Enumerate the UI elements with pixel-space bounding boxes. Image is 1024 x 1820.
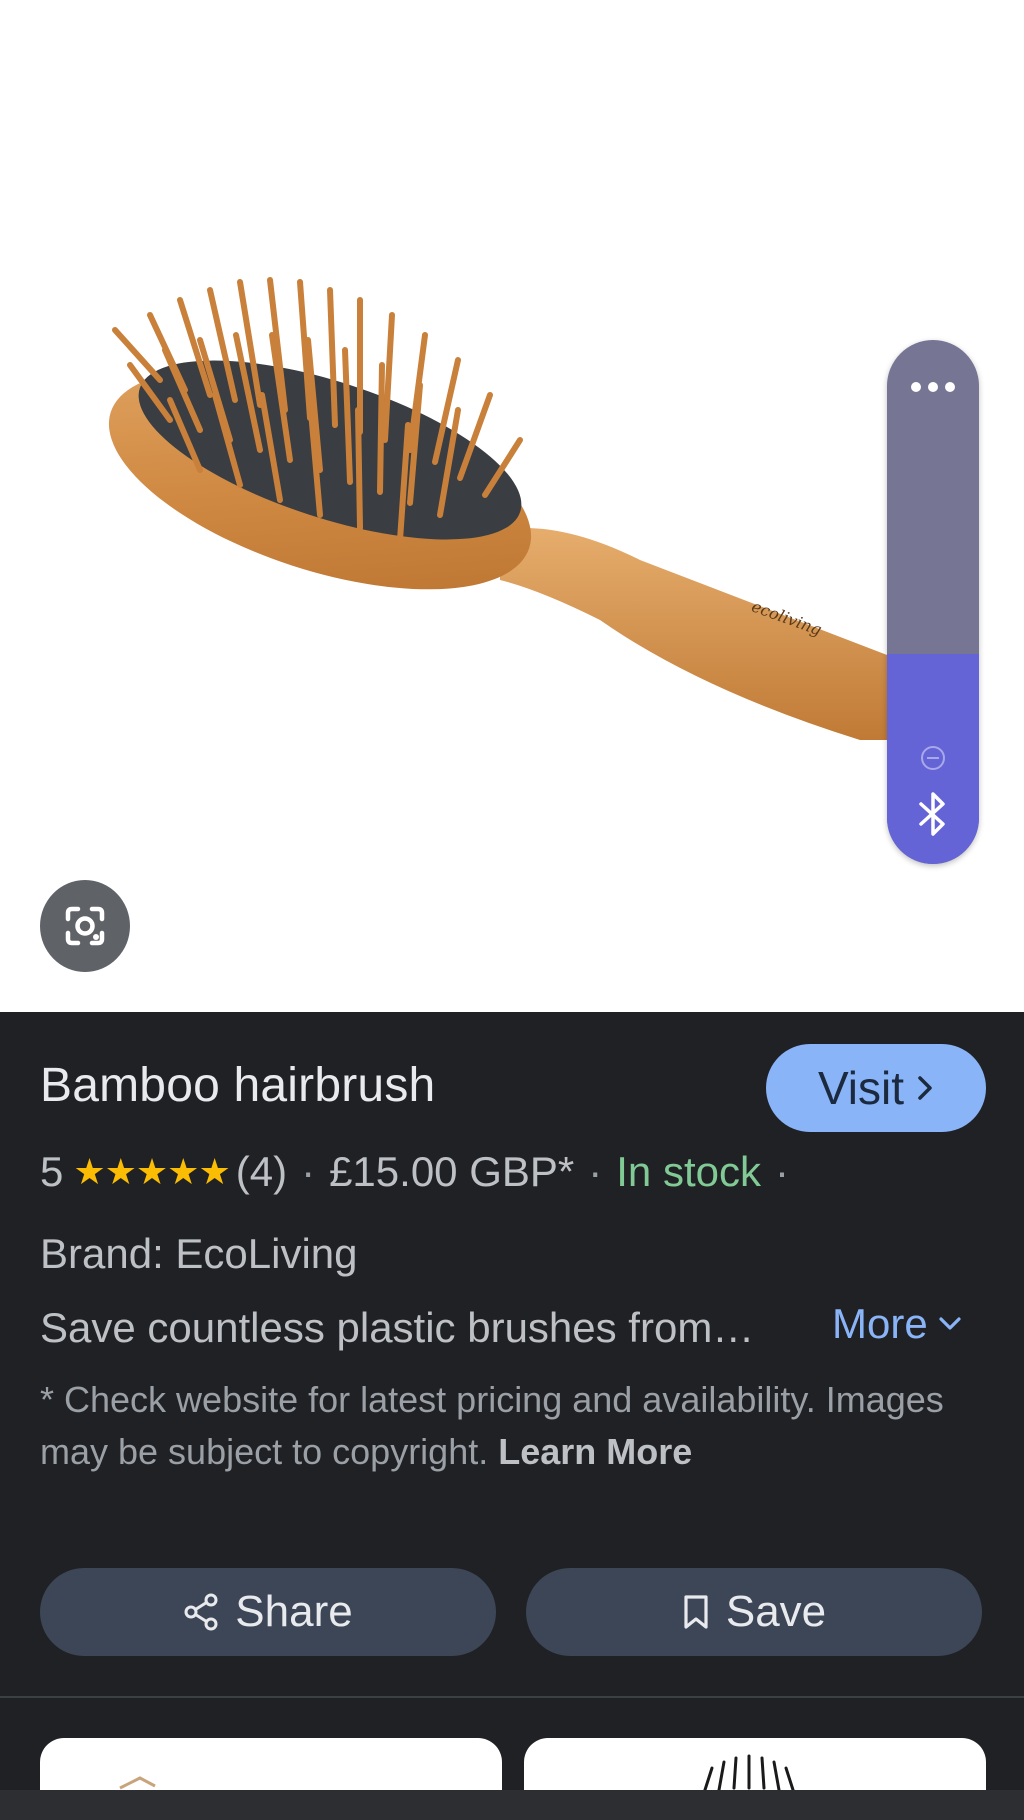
separator: ·: [588, 1148, 603, 1195]
share-button[interactable]: Share: [40, 1568, 496, 1656]
product-image-area: ecoliving: [0, 0, 1024, 1012]
learn-more-link[interactable]: Learn More: [498, 1431, 692, 1472]
product-description: Save countless plastic brushes from…: [40, 1304, 755, 1351]
chevron-right-icon: [918, 1076, 932, 1100]
mute-icon[interactable]: [887, 744, 979, 772]
stock-status: In stock: [616, 1148, 761, 1195]
more-button[interactable]: More: [832, 1300, 962, 1348]
bottom-navigation-bar: [0, 1790, 1024, 1820]
disclaimer-text: * Check website for latest pricing and a…: [40, 1379, 944, 1472]
more-label: More: [832, 1300, 928, 1347]
product-title: Bamboo hairbrush: [40, 1059, 436, 1112]
google-lens-icon: [65, 906, 105, 946]
separator: ·: [301, 1148, 316, 1195]
volume-panel[interactable]: [887, 340, 979, 864]
share-icon: [184, 1593, 218, 1631]
brand-text: Brand: EcoLiving: [40, 1230, 358, 1277]
price: £15.00 GBP*: [329, 1148, 575, 1195]
save-label: Save: [725, 1587, 827, 1636]
bluetooth-icon[interactable]: [887, 790, 979, 838]
chevron-down-icon: [939, 1317, 961, 1330]
visit-label: Visit: [817, 1062, 905, 1114]
section-divider: [0, 1696, 1024, 1698]
bookmark-icon: [684, 1595, 708, 1629]
separator: ·: [774, 1148, 789, 1195]
more-dots-icon[interactable]: [887, 372, 979, 402]
rating-value: 5: [40, 1148, 64, 1195]
review-count[interactable]: (4): [236, 1148, 287, 1196]
save-button[interactable]: Save: [526, 1568, 982, 1656]
rating-price-line: 5 ★★★★★ (4) · £15.00 GBP* · In stock ·: [40, 1148, 803, 1196]
visit-button[interactable]: Visit: [766, 1044, 986, 1132]
star-rating: ★★★★★: [73, 1151, 230, 1192]
disclaimer: * Check website for latest pricing and a…: [40, 1374, 990, 1478]
google-lens-button[interactable]: [40, 880, 130, 972]
hairbrush-image: ecoliving: [108, 277, 900, 740]
share-label: Share: [235, 1587, 353, 1636]
